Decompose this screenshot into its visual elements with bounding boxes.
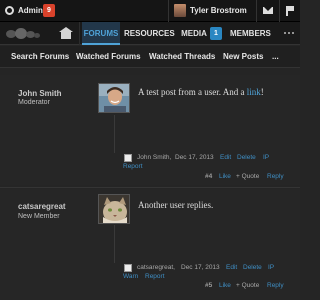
topbar-divider (168, 0, 169, 22)
post-avatar[interactable] (98, 194, 130, 224)
ip-link[interactable]: IP (268, 264, 274, 271)
post-user-title: New Member (18, 213, 60, 220)
home-icon (59, 27, 73, 39)
admin-alert-badge[interactable]: 9 (43, 4, 55, 17)
topbar-divider (279, 0, 280, 22)
home-tab[interactable] (52, 22, 80, 45)
more-menu-icon[interactable] (288, 32, 290, 34)
post-date[interactable]: Dec 17, 2013 (181, 264, 220, 271)
site-logo[interactable] (6, 28, 46, 40)
tab-forums[interactable]: FORUMS (82, 22, 120, 45)
post-number[interactable]: #4 (205, 173, 212, 180)
post-author[interactable]: John Smith, (137, 154, 171, 161)
post-username[interactable]: John Smith (18, 89, 62, 98)
delete-link[interactable]: Delete (237, 154, 256, 161)
admin-bar: Admin 9 Tyler Brostrom (0, 0, 300, 22)
report-link[interactable]: Report (123, 163, 143, 170)
post-message: Another user replies. (138, 200, 214, 210)
delete-link[interactable]: Delete (243, 264, 262, 271)
main-navigation: FORUMS RESOURCES MEDIA 1 MEMBERS (0, 22, 300, 45)
more-menu-icon[interactable] (292, 32, 294, 34)
tab-resources[interactable]: RESOURCES (124, 22, 175, 45)
post-avatar[interactable] (98, 83, 130, 113)
alerts-icon[interactable] (286, 6, 294, 16)
media-count-badge: 1 (210, 27, 222, 40)
report-link[interactable]: Report (145, 273, 165, 280)
inbox-icon[interactable] (263, 7, 273, 14)
more-subnav-link[interactable]: ... (272, 46, 279, 68)
quote-link[interactable]: + Quote (236, 173, 259, 180)
post-user-title: Moderator (18, 99, 50, 106)
reply-link[interactable]: Reply (267, 173, 284, 180)
topbar-divider (256, 0, 257, 22)
search-forums-link[interactable]: Search Forums (11, 46, 69, 68)
post-number[interactable]: #5 (205, 282, 212, 289)
post-message: A test post from a user. And a link! (138, 87, 264, 97)
account-link[interactable]: Tyler Brostrom (190, 0, 247, 22)
post-item: catsaregreat New Member Another user rep… (0, 189, 300, 300)
quote-link[interactable]: + Quote (236, 282, 259, 289)
thread-line (114, 115, 115, 153)
thread-line (114, 225, 115, 263)
post-author[interactable]: catsaregreat, (137, 264, 175, 271)
post-divider (0, 187, 300, 188)
post-item: John Smith Moderator A test post from a … (0, 75, 300, 185)
sub-navigation: Search Forums Watched Forums Watched Thr… (0, 46, 300, 68)
like-link[interactable]: Like (219, 282, 231, 289)
select-post-checkbox[interactable] (124, 154, 132, 162)
more-menu-icon[interactable] (284, 32, 286, 34)
select-post-checkbox[interactable] (124, 264, 132, 272)
message-link[interactable]: link (247, 87, 261, 97)
ip-link[interactable]: IP (263, 154, 269, 161)
admin-link[interactable]: Admin (18, 0, 43, 22)
tab-media[interactable]: MEDIA (180, 22, 208, 45)
tab-members[interactable]: MEMBERS (230, 22, 271, 45)
gear-icon[interactable] (5, 6, 14, 15)
watched-forums-link[interactable]: Watched Forums (76, 46, 141, 68)
user-avatar[interactable] (174, 4, 186, 17)
post-date[interactable]: Dec 17, 2013 (175, 154, 214, 161)
like-link[interactable]: Like (219, 173, 231, 180)
watched-threads-link[interactable]: Watched Threads (149, 46, 215, 68)
reply-link[interactable]: Reply (267, 282, 284, 289)
warn-link[interactable]: Warn (123, 273, 138, 280)
edit-link[interactable]: Edit (226, 264, 237, 271)
new-posts-link[interactable]: New Posts (223, 46, 263, 68)
edit-link[interactable]: Edit (220, 154, 231, 161)
post-username[interactable]: catsaregreat (18, 202, 66, 211)
